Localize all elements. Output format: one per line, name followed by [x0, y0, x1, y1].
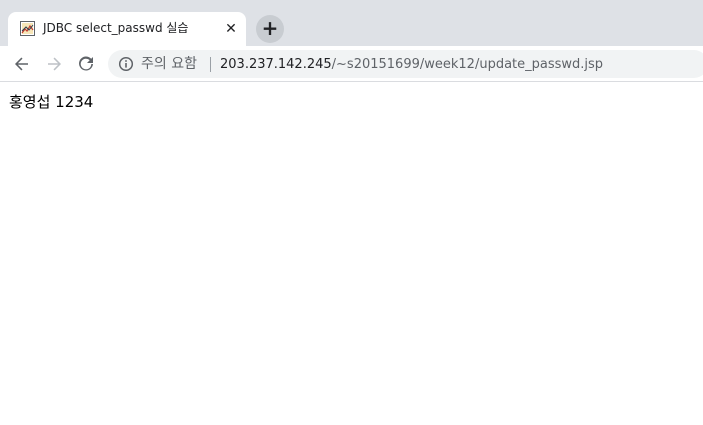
- omnibox-divider: [210, 57, 211, 72]
- security-status-label[interactable]: 주의 요함: [141, 56, 197, 72]
- tab-active[interactable]: JDBC select_passwd 실습 ✕: [8, 12, 246, 46]
- tab-strip: JDBC select_passwd 실습 ✕ +: [0, 0, 703, 46]
- jsp-document-icon: [20, 21, 35, 36]
- back-button[interactable]: [11, 53, 33, 75]
- address-bar[interactable]: 주의 요함 203.237.142.245/~s20151699/week12/…: [108, 50, 703, 78]
- arrow-left-icon: [15, 57, 28, 71]
- toolbar: 주의 요함 203.237.142.245/~s20151699/week12/…: [0, 46, 703, 82]
- tab-title: JDBC select_passwd 실습: [43, 21, 189, 35]
- info-icon[interactable]: [118, 56, 134, 72]
- browser-window: JDBC select_passwd 실습 ✕ + 주의 요함 203.237.…: [0, 0, 703, 425]
- url-host: 203.237.142.245: [220, 57, 332, 72]
- close-icon[interactable]: ✕: [222, 20, 240, 38]
- url-text[interactable]: 203.237.142.245/~s20151699/week12/update…: [220, 57, 603, 73]
- forward-button[interactable]: [43, 53, 65, 75]
- reload-icon: [79, 56, 93, 71]
- page-content: 홍영섭 1234: [0, 83, 703, 425]
- new-tab-button[interactable]: +: [256, 15, 284, 43]
- arrow-right-icon: [48, 57, 61, 71]
- url-path: /~s20151699/week12/update_passwd.jsp: [331, 57, 604, 72]
- reload-button[interactable]: [75, 53, 97, 75]
- page-output-text: 홍영섭 1234: [9, 93, 94, 111]
